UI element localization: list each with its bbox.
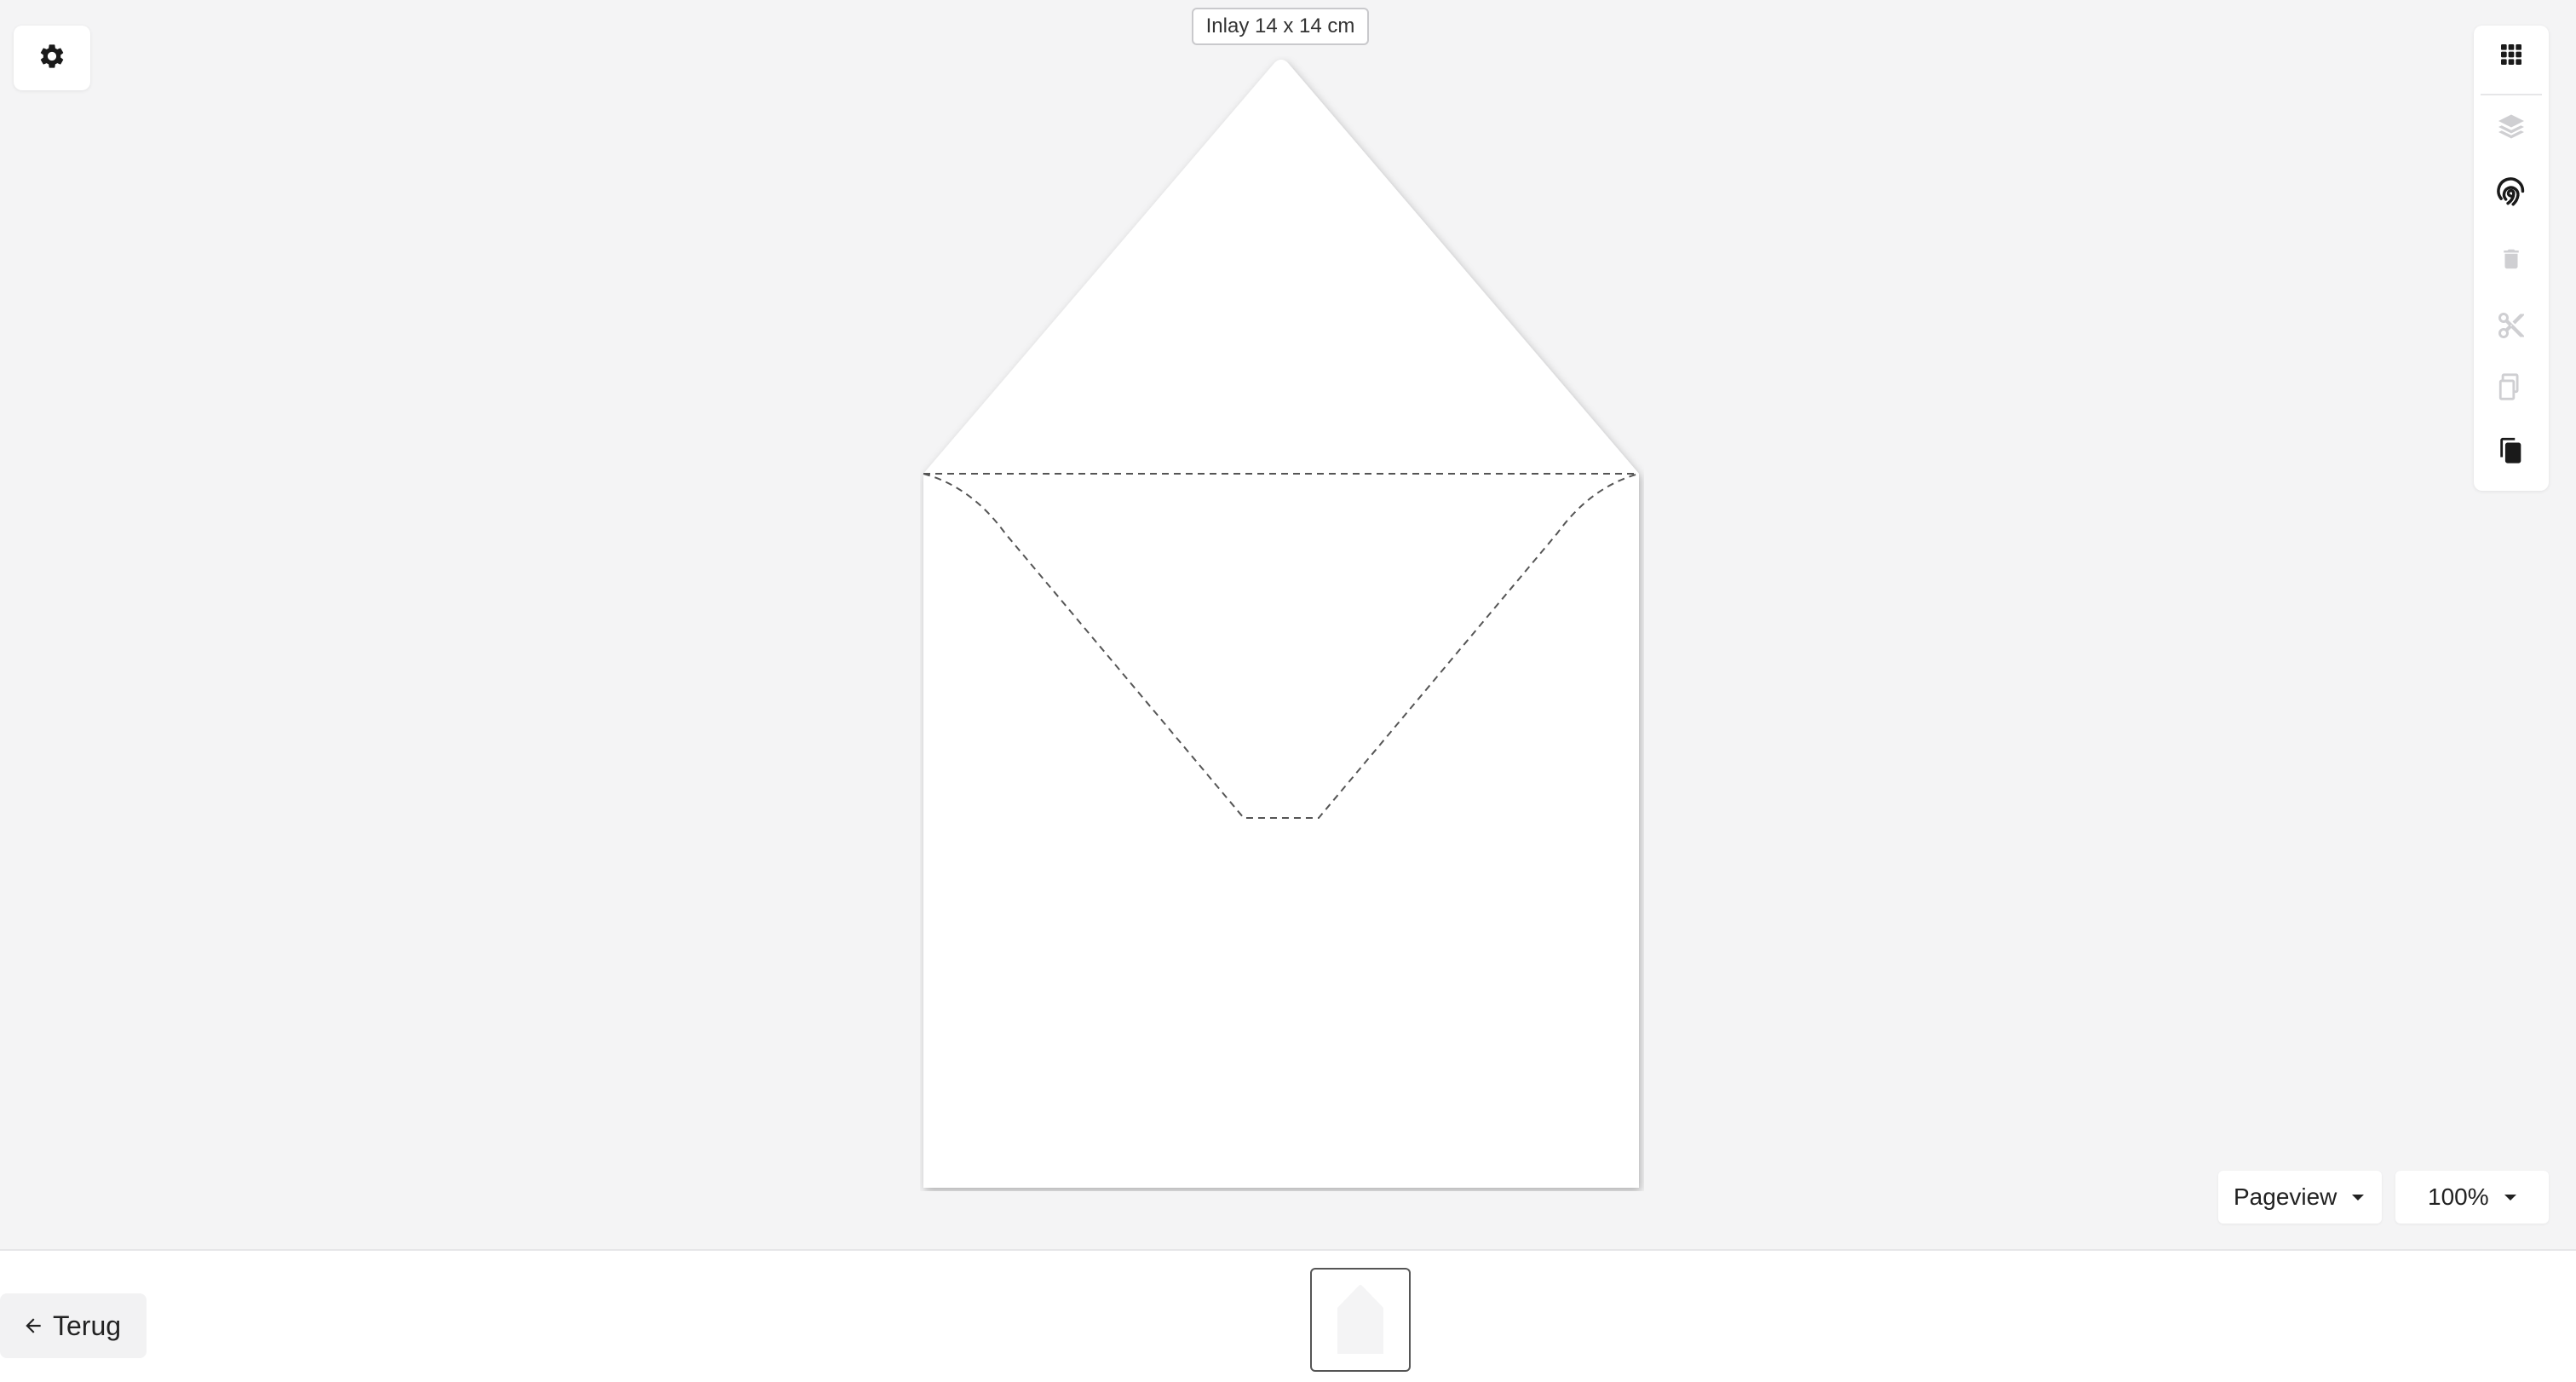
settings-button[interactable] [14, 26, 90, 90]
copy-button[interactable] [2474, 361, 2549, 416]
bottom-bar: Terug [0, 1249, 2576, 1382]
cut-icon [2496, 310, 2527, 345]
back-button-label: Terug [53, 1310, 122, 1341]
caret-down-icon [2504, 1194, 2516, 1201]
editor-app: Inlay 14 x 14 cm Pageview 100% Terug [0, 0, 2576, 1382]
view-mode-dropdown[interactable]: Pageview [2218, 1171, 2382, 1224]
apps-grid-icon [2498, 41, 2525, 72]
caret-down-icon [2352, 1194, 2365, 1201]
copy-icon [2497, 372, 2526, 406]
layers-button[interactable] [2474, 101, 2549, 155]
envelope-canvas[interactable] [920, 56, 1644, 1191]
apps-button[interactable] [2474, 29, 2549, 83]
toolbar-divider [2481, 94, 2542, 95]
layers-icon [2496, 111, 2527, 146]
envelope-drawing [923, 60, 1640, 1188]
design-workspace[interactable]: Inlay 14 x 14 cm Pageview 100% [0, 0, 2576, 1249]
gear-icon [37, 42, 66, 75]
canvas-size-label: Inlay 14 x 14 cm [1192, 8, 1369, 45]
back-button[interactable]: Terug [0, 1293, 147, 1358]
cut-button[interactable] [2474, 300, 2549, 354]
zoom-dropdown[interactable]: 100% [2395, 1171, 2549, 1224]
paste-button[interactable] [2474, 424, 2549, 479]
view-mode-label: Pageview [2234, 1183, 2337, 1210]
fingerprint-button[interactable] [2474, 167, 2549, 222]
delete-button[interactable] [2474, 233, 2549, 288]
trash-icon [2498, 245, 2524, 278]
arrow-left-icon [22, 1315, 44, 1337]
object-toolbar [2474, 26, 2549, 491]
envelope-shape [923, 60, 1639, 1188]
paste-icon [2497, 435, 2526, 469]
fingerprint-icon [2495, 176, 2527, 213]
zoom-label: 100% [2428, 1183, 2489, 1210]
page-thumbnail[interactable] [1310, 1268, 1411, 1372]
envelope-thumbnail-icon [1337, 1285, 1383, 1354]
